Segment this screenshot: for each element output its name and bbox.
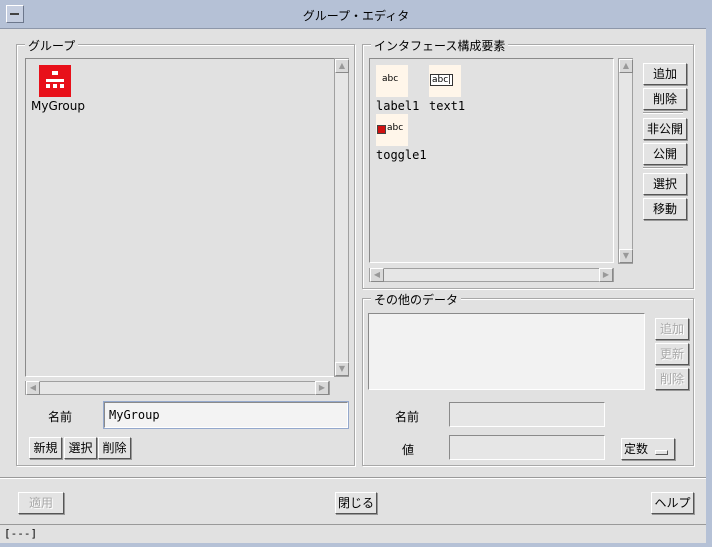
interface-panel-legend: インタフェース構成要素 [371, 37, 509, 54]
group-list-vscrollbar[interactable]: ▲ ▼ [334, 58, 349, 377]
scroll-left-arrow-icon[interactable]: ◀ [370, 268, 384, 282]
title-bar[interactable]: グループ・エディタ [0, 0, 712, 29]
group-editor-window: グループ・エディタ グループ MyGroup ▲ ▼ ◀ ▶ 名前 新規 選択 … [0, 0, 712, 547]
group-panel-legend: グループ [25, 37, 79, 54]
other-data-panel-legend: その他のデータ [371, 291, 462, 308]
toggle-icon: abc [376, 114, 408, 146]
group-name-input[interactable] [103, 401, 349, 429]
data-name-input[interactable] [449, 402, 605, 427]
scroll-left-arrow-icon[interactable]: ◀ [26, 381, 40, 395]
scroll-up-arrow-icon[interactable]: ▲ [335, 59, 349, 73]
interface-item-label: label1 [376, 99, 420, 113]
add-component-button[interactable]: 追加 [643, 63, 687, 85]
window-border [0, 543, 712, 547]
divider [643, 167, 683, 168]
group-name-label: 名前 [48, 410, 73, 424]
select-group-button[interactable]: 選択 [64, 437, 97, 459]
window-border [706, 28, 712, 547]
option-menu-indicator-icon [655, 450, 668, 455]
scroll-right-arrow-icon[interactable]: ▶ [599, 268, 613, 282]
text-field-icon: abc| [429, 65, 461, 97]
group-list[interactable]: MyGroup [25, 58, 336, 377]
apply-button[interactable]: 適用 [18, 492, 64, 514]
update-data-button[interactable]: 更新 [655, 343, 689, 365]
add-data-button[interactable]: 追加 [655, 318, 689, 340]
interface-item[interactable]: abc| text1 [429, 65, 465, 113]
window-title: グループ・エディタ [302, 9, 410, 23]
interface-item-label: text1 [429, 99, 466, 113]
status-text: [---] [4, 527, 38, 540]
interface-item[interactable]: abc label1 [376, 65, 419, 113]
data-value-input[interactable] [449, 435, 605, 460]
data-type-selected: 定数 [624, 442, 649, 456]
status-bar: [---] [0, 524, 706, 543]
separator [0, 477, 706, 478]
select-component-button[interactable]: 選択 [643, 173, 687, 195]
divider [643, 112, 683, 113]
data-value-label: 値 [402, 443, 415, 457]
scroll-right-arrow-icon[interactable]: ▶ [315, 381, 329, 395]
interface-list-vscrollbar[interactable]: ▲ ▼ [618, 58, 633, 264]
label-icon: abc [376, 65, 408, 97]
new-group-button[interactable]: 新規 [29, 437, 62, 459]
hide-component-button[interactable]: 非公開 [643, 118, 687, 140]
interface-item-label: toggle1 [376, 148, 427, 162]
other-data-list[interactable] [368, 313, 645, 390]
group-item[interactable]: MyGroup [31, 65, 85, 113]
delete-data-button[interactable]: 削除 [655, 368, 689, 390]
scroll-down-arrow-icon[interactable]: ▼ [619, 249, 633, 263]
delete-component-button[interactable]: 削除 [643, 88, 687, 110]
move-component-button[interactable]: 移動 [643, 198, 687, 220]
interface-item[interactable]: abc toggle1 [376, 114, 427, 162]
interface-list[interactable]: abc label1 abc| text1 abc toggle1 [369, 58, 614, 263]
group-list-hscrollbar[interactable]: ◀ ▶ [25, 381, 330, 395]
scroll-down-arrow-icon[interactable]: ▼ [335, 362, 349, 376]
scroll-up-arrow-icon[interactable]: ▲ [619, 59, 633, 73]
delete-group-button[interactable]: 削除 [98, 437, 131, 459]
close-button[interactable]: 閉じる [335, 492, 377, 514]
interface-list-hscrollbar[interactable]: ◀ ▶ [369, 268, 614, 282]
data-type-option-menu[interactable]: 定数 [621, 438, 675, 460]
group-item-label: MyGroup [31, 99, 85, 113]
data-name-label: 名前 [395, 410, 420, 424]
help-button[interactable]: ヘルプ [651, 492, 694, 514]
publish-component-button[interactable]: 公開 [643, 143, 687, 165]
group-icon [39, 65, 71, 97]
